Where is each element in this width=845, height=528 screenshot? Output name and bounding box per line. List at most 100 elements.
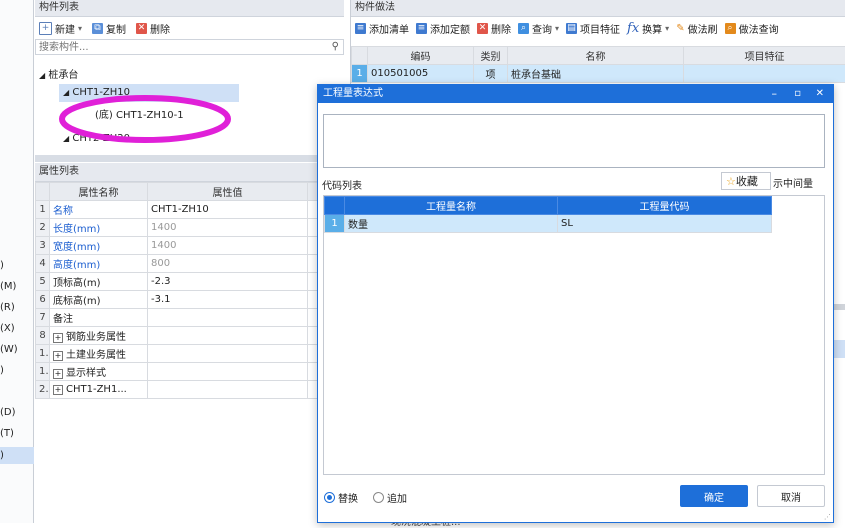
row-number: 4 xyxy=(36,255,50,273)
property-group[interactable]: +钢筋业务属性 xyxy=(50,327,148,345)
property-value[interactable]: -3.1 xyxy=(148,291,308,309)
delete-icon: ✕ xyxy=(477,23,488,34)
quantity-code[interactable]: SL xyxy=(558,215,772,233)
close-icon[interactable]: ✕ xyxy=(816,85,824,103)
dialog-titlebar[interactable]: 工程量表达式 – ▫ ✕ xyxy=(318,85,833,103)
menu-item[interactable]: (T) xyxy=(0,426,34,442)
expand-plus-icon[interactable]: + xyxy=(53,385,63,395)
table-row[interactable]: 7 备注 xyxy=(36,309,344,327)
show-intermediate-label[interactable]: 示中间量 xyxy=(773,175,813,190)
menu-item[interactable]: (X) xyxy=(0,321,34,337)
property-value[interactable]: 1400 xyxy=(148,219,308,237)
panel-splitter[interactable] xyxy=(35,155,344,162)
search-input[interactable] xyxy=(36,40,322,54)
menu-item[interactable]: ) xyxy=(0,363,34,379)
property-value[interactable]: 800 xyxy=(148,255,308,273)
header-cell: 属性值 xyxy=(148,183,308,201)
table-row[interactable]: 16 +土建业务属性 xyxy=(36,345,344,363)
property-group[interactable]: +CHT1-ZH1... xyxy=(50,381,148,399)
replace-radio[interactable]: 替换 xyxy=(324,490,358,505)
menu-item-selected[interactable]: ) xyxy=(0,447,34,464)
maximize-icon[interactable]: ▫ xyxy=(794,85,801,103)
table-row[interactable]: 4 高度(mm) 800 xyxy=(36,255,344,273)
convert-button[interactable]: fx换算▾ xyxy=(627,21,669,36)
header-cell: 工程量代码 xyxy=(558,197,772,215)
expand-plus-icon[interactable]: + xyxy=(53,333,63,343)
item-feature-button[interactable]: ▤项目特征 xyxy=(566,21,620,36)
add-quota-button[interactable]: ≡添加定额 xyxy=(416,21,470,36)
row-number: 16 xyxy=(36,345,50,363)
search-box[interactable]: ⚲ xyxy=(35,39,344,55)
menu-item[interactable]: ) xyxy=(0,258,34,274)
property-group[interactable]: +土建业务属性 xyxy=(50,345,148,363)
table-row[interactable]: 1 数量 SL xyxy=(325,215,772,233)
header-cell: 类别 xyxy=(474,47,508,65)
property-value[interactable]: -2.3 xyxy=(148,273,308,291)
table-row[interactable]: 6 底标高(m) -3.1 xyxy=(36,291,344,309)
property-value[interactable]: 1400 xyxy=(148,237,308,255)
radio-checked-icon[interactable] xyxy=(324,492,335,503)
table-row[interactable]: 5 顶标高(m) -2.3 xyxy=(36,273,344,291)
delete-icon: ✕ xyxy=(136,23,147,34)
favorite-button[interactable]: ☆收藏 xyxy=(721,172,771,190)
add-list-icon: ≡ xyxy=(355,23,366,34)
menu-item[interactable]: (W) xyxy=(0,342,34,358)
method-query-button[interactable]: ⌕做法查询 xyxy=(725,21,779,36)
copy-button[interactable]: ⧉ 复制 xyxy=(92,21,126,36)
table-row[interactable]: 2 长度(mm) 1400 xyxy=(36,219,344,237)
new-button[interactable]: + 新建▾ xyxy=(39,21,82,36)
header-cell: 属性名称 xyxy=(50,183,148,201)
tree-root[interactable]: ◢ 桩承台 xyxy=(39,66,78,81)
method-category[interactable]: 项 xyxy=(474,65,508,83)
expand-plus-icon[interactable]: + xyxy=(53,369,63,379)
method-feature[interactable] xyxy=(684,65,845,83)
method-name[interactable]: 桩承台基础 xyxy=(508,65,684,83)
row-number: 19 xyxy=(36,363,50,381)
resize-grip-icon[interactable]: ⋰ xyxy=(824,513,831,521)
method-code[interactable]: 010501005 xyxy=(368,65,474,83)
radio-unchecked-icon[interactable] xyxy=(373,492,384,503)
table-row[interactable]: 8 +钢筋业务属性 xyxy=(36,327,344,345)
search-icon[interactable]: ⚲ xyxy=(332,41,339,52)
ok-button[interactable]: 确定 xyxy=(680,485,748,507)
table-row[interactable]: 22 +CHT1-ZH1... xyxy=(36,381,344,399)
annotation-ellipse-stroke xyxy=(62,98,228,140)
function-icon: fx xyxy=(627,21,639,36)
row-number: 1 xyxy=(36,201,50,219)
menu-item[interactable]: (D) xyxy=(0,405,34,421)
table-row[interactable]: 19 +显示样式 xyxy=(36,363,344,381)
expression-textarea[interactable] xyxy=(323,114,825,168)
code-list-label: 代码列表 xyxy=(322,177,362,192)
menu-item[interactable]: (R) xyxy=(0,300,34,316)
row-number: 6 xyxy=(36,291,50,309)
property-value[interactable] xyxy=(148,309,308,327)
add-list-button[interactable]: ≡添加清单 xyxy=(355,21,409,36)
property-value xyxy=(148,327,308,345)
minimize-icon[interactable]: – xyxy=(772,85,778,103)
method-brush-button[interactable]: ✎做法刷 xyxy=(676,21,717,36)
append-radio[interactable]: 追加 xyxy=(373,490,407,505)
left-menu-strip: ) (M) (R) (X) (W) ) (D) (T) ) xyxy=(0,0,34,523)
delete-button[interactable]: ✕ 删除 xyxy=(136,21,170,36)
copy-icon: ⧉ xyxy=(92,23,103,34)
expand-plus-icon[interactable]: + xyxy=(53,351,63,361)
table-header: 编码 类别 名称 项目特征 xyxy=(352,47,845,65)
query-button[interactable]: ⌕查询▾ xyxy=(518,21,559,36)
expand-arrow-icon[interactable]: ◢ xyxy=(39,71,45,80)
header-cell: 项目特征 xyxy=(684,47,845,65)
table-row[interactable]: 1 010501005 项 桩承台基础 xyxy=(352,65,845,83)
quantity-name[interactable]: 数量 xyxy=(345,215,558,233)
menu-item[interactable]: (M) xyxy=(0,279,34,295)
property-group[interactable]: +显示样式 xyxy=(50,363,148,381)
dialog-title: 工程量表达式 xyxy=(323,88,383,99)
delete-button[interactable]: ✕删除 xyxy=(477,21,511,36)
table-header: 属性名称 属性值 xyxy=(36,183,344,201)
cancel-button[interactable]: 取消 xyxy=(757,485,825,507)
property-value[interactable]: CHT1-ZH10 xyxy=(148,201,308,219)
property-name: 底标高(m) xyxy=(50,291,148,309)
property-name: 长度(mm) xyxy=(50,219,148,237)
table-header: 工程量名称 工程量代码 xyxy=(325,197,772,215)
annotation-ellipse xyxy=(40,88,250,154)
table-row[interactable]: 1 名称 CHT1-ZH10 xyxy=(36,201,344,219)
table-row[interactable]: 3 宽度(mm) 1400 xyxy=(36,237,344,255)
